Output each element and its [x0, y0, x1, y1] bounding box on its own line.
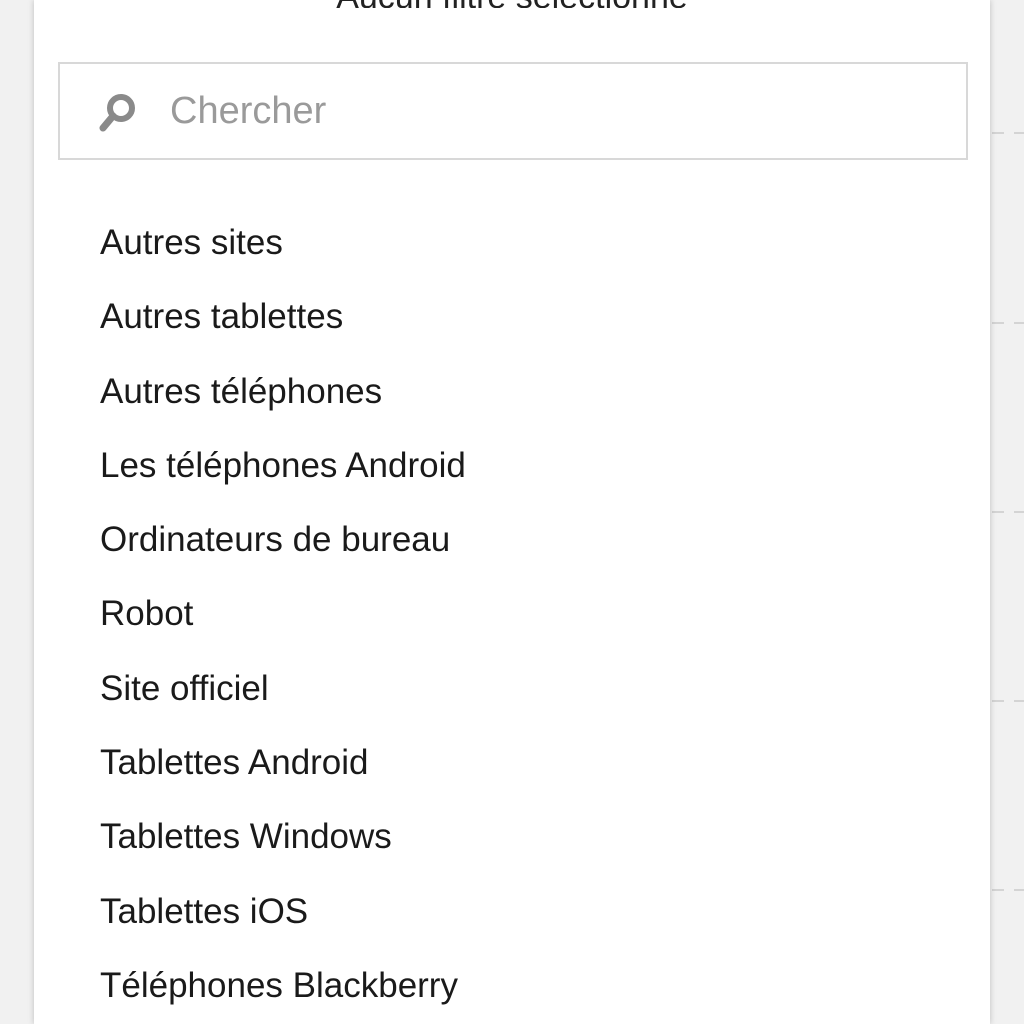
background-gridline: [992, 700, 1024, 702]
list-item[interactable]: Robot: [34, 577, 990, 651]
list-item[interactable]: Tablettes iOS: [34, 875, 990, 949]
panel-title: Aucun filtre sélectionné: [34, 0, 990, 8]
list-item[interactable]: Autres tablettes: [34, 280, 990, 354]
list-item[interactable]: Site officiel: [34, 652, 990, 726]
list-item[interactable]: Tablettes Windows: [34, 800, 990, 874]
list-item[interactable]: Autres téléphones: [34, 355, 990, 429]
list-item[interactable]: Tablettes Android: [34, 726, 990, 800]
list-item[interactable]: Ordinateurs de bureau: [34, 503, 990, 577]
filter-option-list: Autres sites Autres tablettes Autres tél…: [34, 206, 990, 1023]
background-gridline: [992, 511, 1024, 513]
background-gridline: [992, 322, 1024, 324]
list-item[interactable]: Les téléphones Android: [34, 429, 990, 503]
search-icon: [98, 92, 138, 132]
list-item[interactable]: Autres sites: [34, 206, 990, 280]
search-box[interactable]: [58, 62, 968, 160]
background-gridline: [992, 889, 1024, 891]
list-item[interactable]: Téléphones Blackberry: [34, 949, 990, 1023]
background-gridline: [992, 132, 1024, 134]
search-input[interactable]: [170, 84, 930, 138]
filter-dropdown-panel: Aucun filtre sélectionné Autres sites Au…: [34, 0, 990, 1024]
